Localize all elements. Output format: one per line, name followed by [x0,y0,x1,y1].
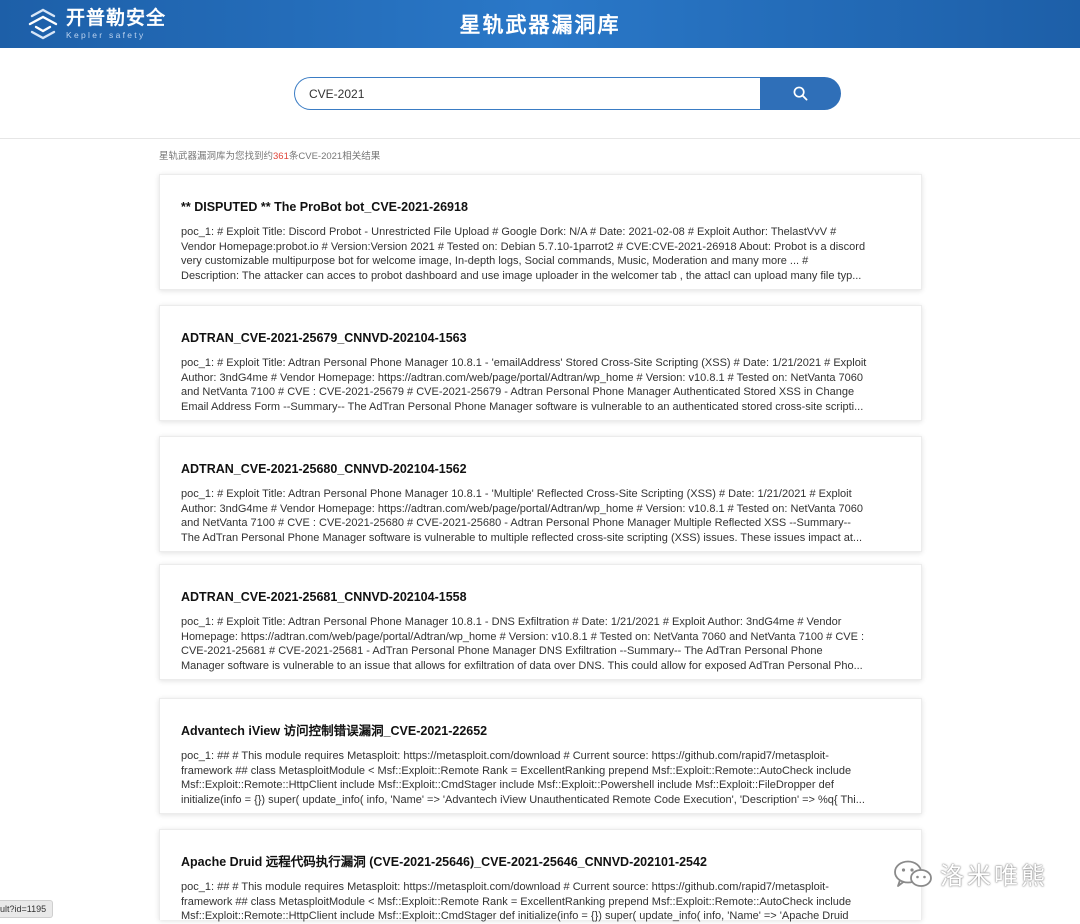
wechat-icon [894,860,932,887]
description-line: poc_1: ## # This module requires Metaspl… [181,750,829,762]
watermark-text: 洛米唯熊 [940,862,1048,890]
result-card[interactable]: ** DISPUTED ** The ProBot bot_CVE-2021-2… [159,174,922,290]
result-card[interactable]: Advantech iView 访问控制错误漏洞_CVE-2021-22652 … [159,698,922,814]
description-line: initialize(info = {}) super( update_info… [181,793,865,806]
result-title[interactable]: ** DISPUTED ** The ProBot bot_CVE-2021-2… [181,199,899,215]
description-line: Msf::Exploit::Remote::HttpClient include… [181,779,834,791]
description-line: Description: The attacker can acces to p… [181,269,862,282]
watermark: 洛米唯熊 [892,856,1048,891]
result-description: poc_1: # Exploit Title: Adtran Personal … [181,615,899,673]
description-line: poc_1: ## # This module requires Metaspl… [181,881,829,893]
result-card[interactable]: Apache Druid 远程代码执行漏洞 (CVE-2021-25646)_C… [159,829,922,922]
description-line: Msf::Exploit::Remote::HttpClient include… [181,910,849,922]
description-line: and NetVanta 7100 # CVE : CVE-2021-25680… [181,517,851,529]
result-card[interactable]: ADTRAN_CVE-2021-25681_CNNVD-202104-1558 … [159,564,922,680]
result-description: poc_1: ## # This module requires Metaspl… [181,749,899,807]
result-title[interactable]: ADTRAN_CVE-2021-25680_CNNVD-202104-1562 [181,461,899,477]
description-line: framework ## class MetasploitModule < Ms… [181,764,852,777]
description-line: Vendor Homepage:probot.io # Version:Vers… [181,240,866,253]
result-title[interactable]: Apache Druid 远程代码执行漏洞 (CVE-2021-25646)_C… [181,854,899,870]
result-count-number: 361 [273,151,289,162]
search-bar [294,77,841,110]
result-description: poc_1: # Exploit Title: Adtran Personal … [181,356,899,414]
result-summary: 星轨武器漏洞库为您找到约361条CVE-2021相关结果 [159,148,380,162]
description-line: very customizable multipurpose bot for w… [181,255,809,267]
search-button[interactable] [760,77,841,110]
description-line: framework ## class MetasploitModule < Ms… [181,895,852,908]
result-description: poc_1: # Exploit Title: Discord Probot -… [181,225,899,283]
result-summary-suffix: 条CVE-2021相关结果 [288,151,381,162]
result-title[interactable]: ADTRAN_CVE-2021-25679_CNNVD-202104-1563 [181,330,899,346]
site-title: 星轨武器漏洞库 [459,13,621,37]
result-card[interactable]: ADTRAN_CVE-2021-25679_CNNVD-202104-1563 … [159,305,922,421]
result-card[interactable]: ADTRAN_CVE-2021-25680_CNNVD-202104-1562 … [159,436,922,552]
description-line: Email Address Form --Summary-- The AdTra… [181,400,864,413]
result-summary-prefix: 星轨武器漏洞库为您找到约 [159,151,274,162]
search-icon [793,86,808,101]
description-line: Author: 3ndG4me # Vendor Homepage: https… [181,371,864,384]
status-bar-url: ult?id=1195 [0,900,54,918]
description-line: CVE-2021-25681 # CVE-2021-25681 - AdTran… [181,645,823,657]
result-description: poc_1: ## # This module requires Metaspl… [181,880,899,924]
description-line: Homepage: https://adtran.com/web/page/po… [181,630,865,643]
description-line: and NetVanta 7100 # CVE : CVE-2021-25679… [181,386,855,398]
description-line: Manager software is vulnerable to an iss… [181,659,863,672]
description-line: Author: 3ndG4me # Vendor Homepage: https… [181,502,864,515]
top-header-bar: 开普勒安全 Kepler safety 星轨武器漏洞库 [0,0,1080,48]
result-title[interactable]: ADTRAN_CVE-2021-25681_CNNVD-202104-1558 [181,589,899,605]
description-line: poc_1: # Exploit Title: Adtran Personal … [181,357,867,369]
description-line: poc_1: # Exploit Title: Adtran Personal … [181,616,842,628]
description-line: poc_1: # Exploit Title: Adtran Personal … [181,488,852,500]
description-line: poc_1: # Exploit Title: Discord Probot -… [181,226,837,238]
result-description: poc_1: # Exploit Title: Adtran Personal … [181,487,899,545]
search-input[interactable] [294,77,760,110]
result-title[interactable]: Advantech iView 访问控制错误漏洞_CVE-2021-22652 [181,723,899,739]
description-line: The AdTran Personal Phone Manager softwa… [181,531,863,544]
header-divider [0,138,1080,139]
